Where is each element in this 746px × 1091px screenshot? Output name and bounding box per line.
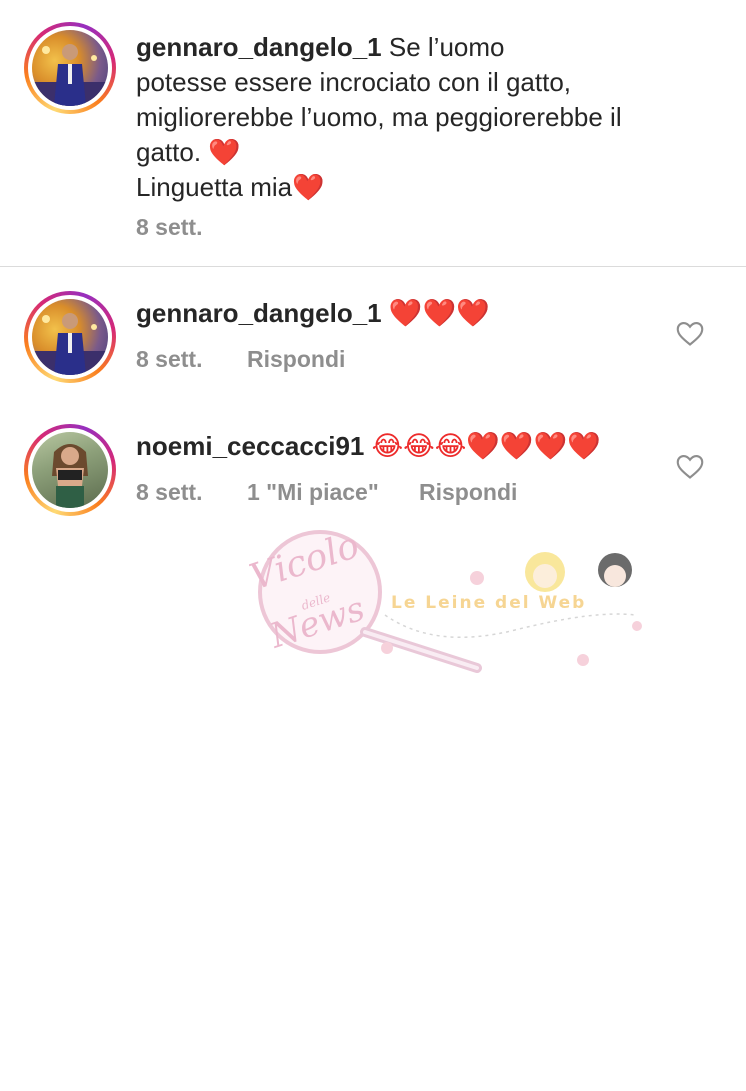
comment-username[interactable]: noemi_ceccacci91 (136, 431, 364, 461)
post-caption: gennaro_dangelo_1 Se l’uomo potesse esse… (0, 0, 746, 266)
caption-text: gennaro_dangelo_1 Se l’uomo potesse esse… (136, 30, 726, 205)
reply-button[interactable]: Rispondi (247, 346, 345, 373)
divider (0, 266, 746, 267)
comment-text: gennaro_dangelo_1 ❤️❤️❤️ (136, 296, 656, 331)
caption-line-5: Linguetta mia❤️ (136, 172, 325, 202)
caption-username[interactable]: gennaro_dangelo_1 (136, 32, 382, 62)
comment-text: noemi_ceccacci91 😂😂😂❤️❤️❤️❤️ (136, 429, 656, 464)
watermark-logo: Vicolo delle News Le Leine del Web (245, 525, 642, 673)
watermark-band: Le Leine del Web (391, 593, 586, 613)
likes-count-link[interactable]: 1 "Mi piace" (247, 479, 379, 506)
reply-button[interactable]: Rispondi (419, 479, 517, 506)
comment-body: 😂😂😂❤️❤️❤️❤️ (371, 431, 601, 461)
comment-time: 8 sett. (136, 346, 203, 372)
caption-line-1: Se l’uomo (388, 32, 505, 62)
avatar-story-ring[interactable] (24, 291, 116, 383)
comment-time: 8 sett. (136, 479, 203, 505)
caption-line-3: migliorerebbe l’uomo, ma peggiorerebbe i… (136, 102, 622, 132)
caption-line-2: potesse essere incrociato con il gatto, (136, 67, 572, 97)
heart-outline-icon[interactable] (676, 321, 704, 347)
comment-body: ❤️❤️❤️ (388, 298, 490, 328)
caption-time: 8 sett. (136, 214, 203, 240)
caption-line-4: gatto. ❤️ (136, 137, 241, 167)
avatar (32, 30, 108, 106)
heart-outline-icon[interactable] (676, 454, 704, 480)
avatar-story-ring[interactable] (24, 424, 116, 516)
comment-username[interactable]: gennaro_dangelo_1 (136, 298, 382, 328)
avatar-story-ring[interactable] (24, 22, 116, 114)
avatar (32, 299, 108, 375)
avatar (32, 432, 108, 508)
